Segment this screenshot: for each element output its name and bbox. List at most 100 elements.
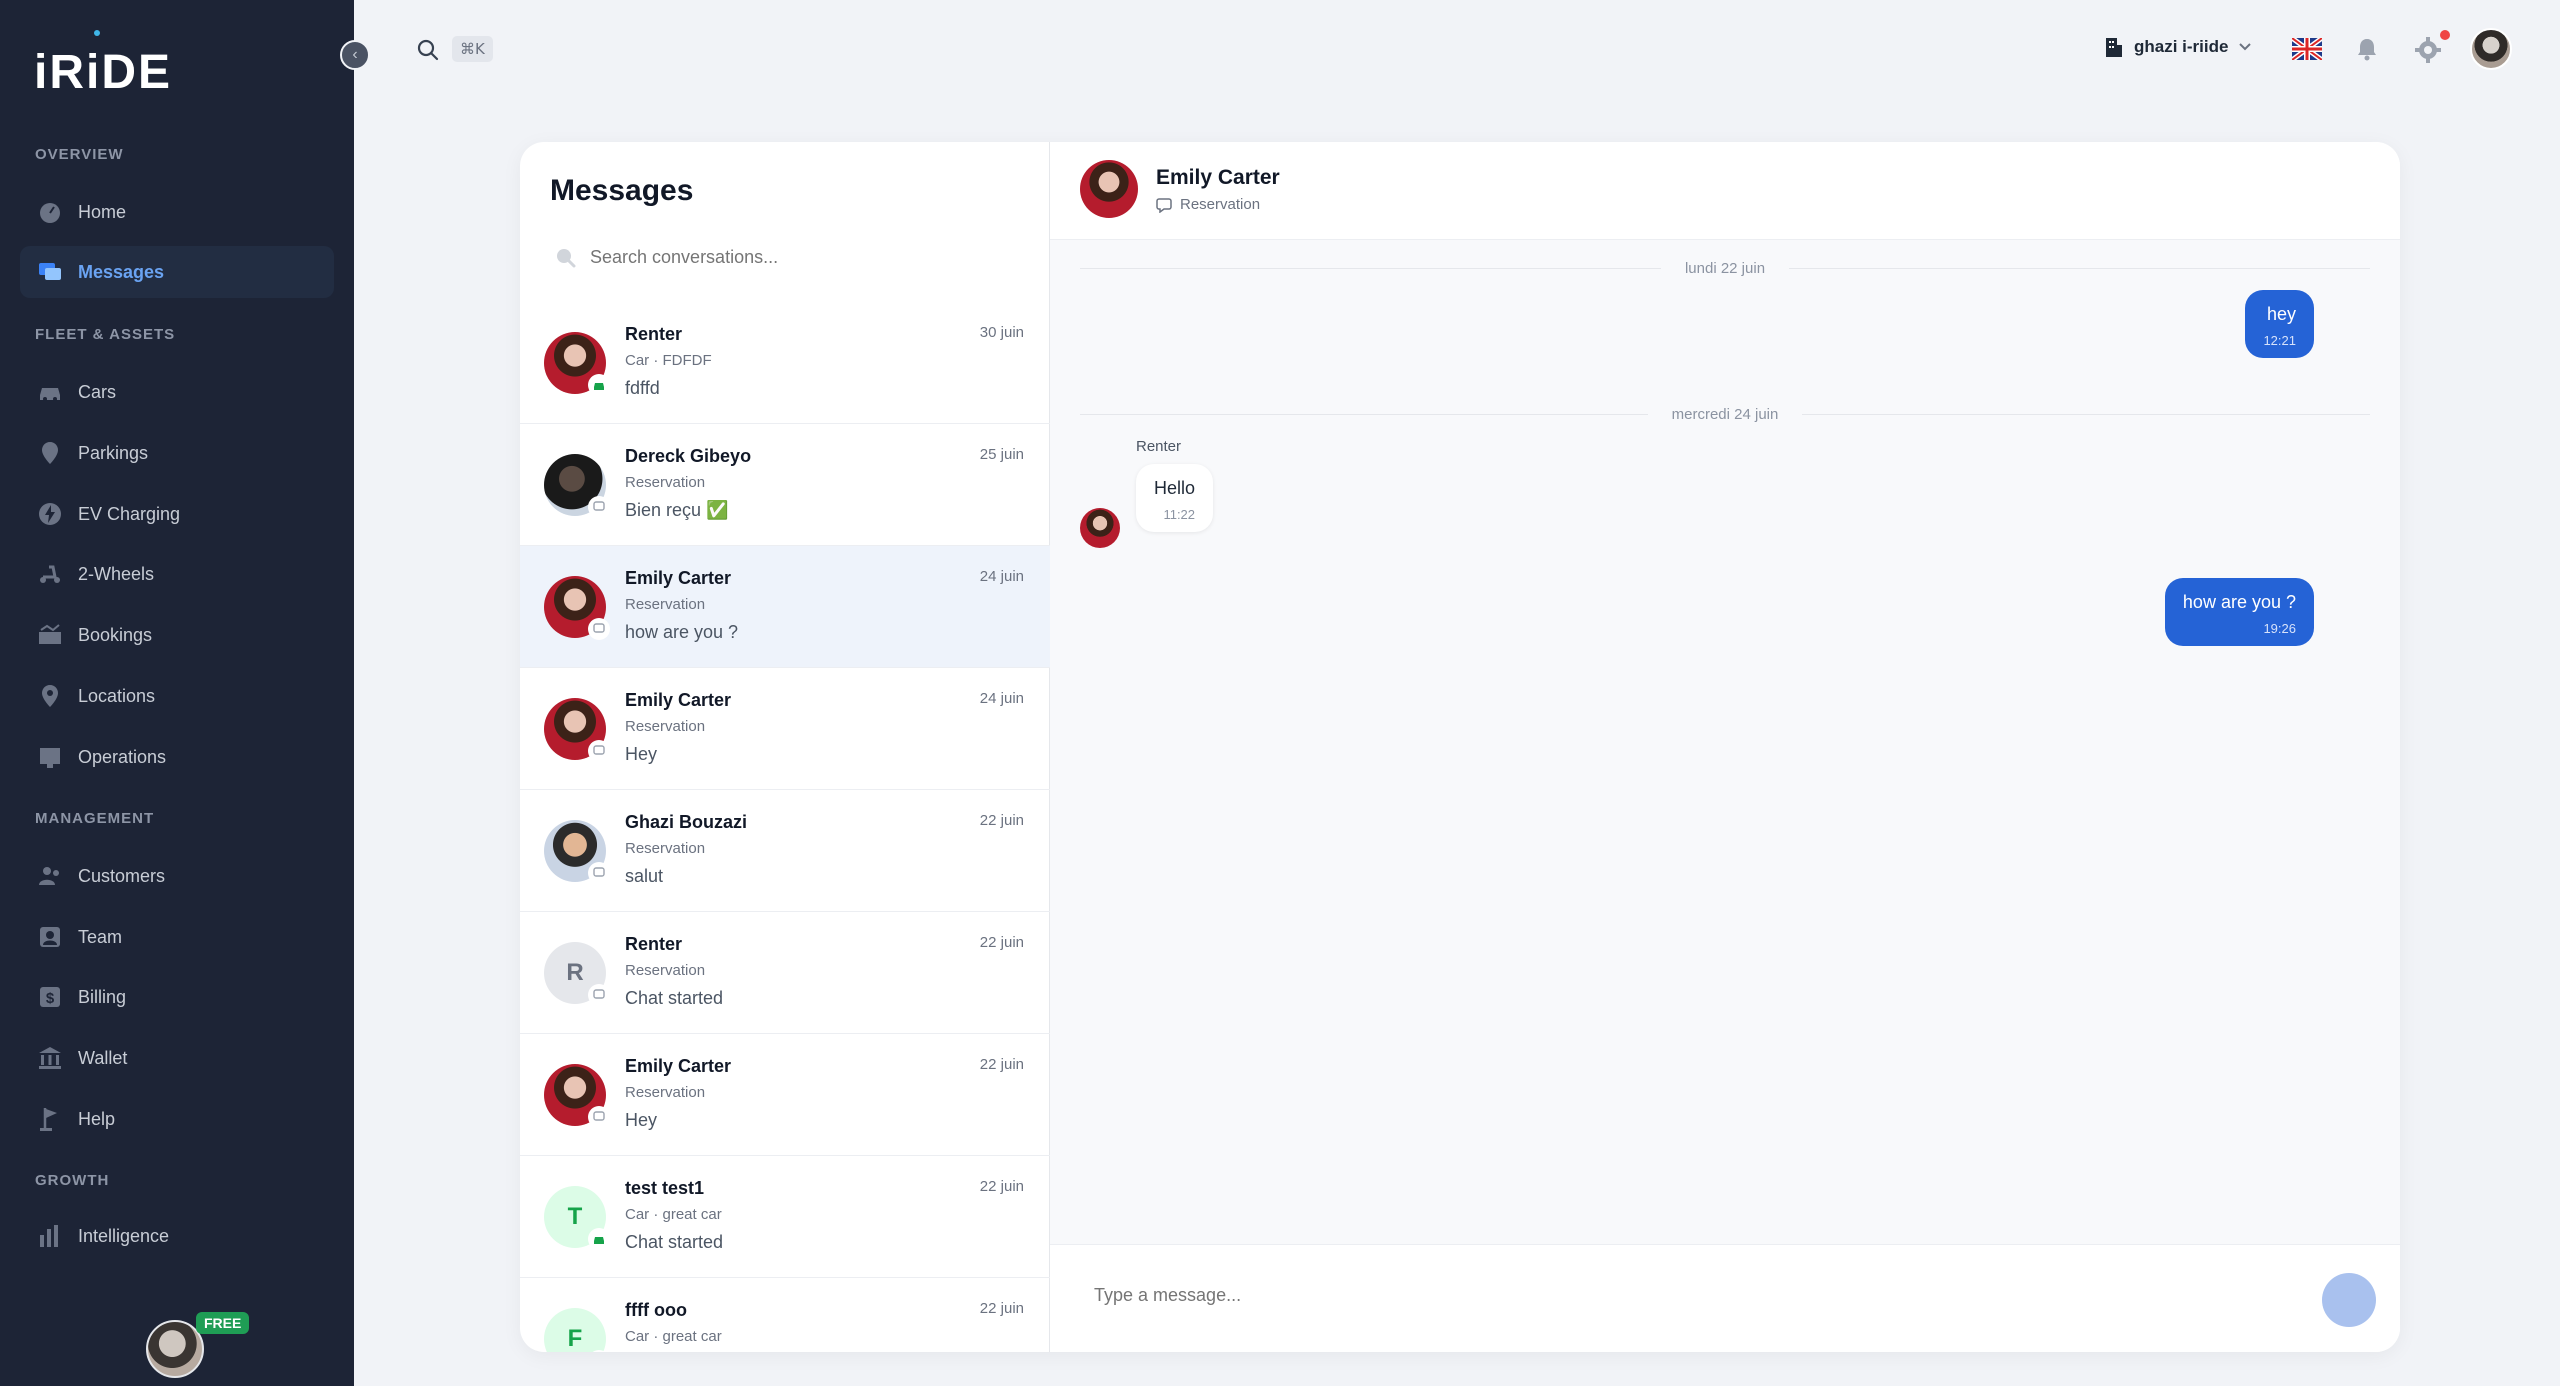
search-icon	[557, 249, 576, 268]
chat-panel: Emily Carter Reservation lundi 22 juin h…	[1050, 142, 2400, 1352]
sidebar-item-team[interactable]: Team	[20, 911, 334, 963]
location-icon	[36, 682, 64, 710]
sidebar-item-label: Billing	[78, 986, 127, 1007]
sidebar-item-messages[interactable]: Messages	[20, 246, 334, 298]
day-separator: mercredi 24 juin	[1080, 404, 2370, 424]
chat-badge-icon	[588, 618, 610, 640]
send-button[interactable]	[2322, 1273, 2376, 1327]
conversation-date: 24 juin	[979, 690, 1024, 707]
sidebar-item-cars[interactable]: Cars	[20, 366, 334, 418]
sender-label: Renter	[1136, 438, 1182, 455]
sidebar-item-home[interactable]: Home	[20, 186, 334, 238]
brand-logo[interactable]: iRiDE	[34, 30, 174, 100]
message-incoming[interactable]: Hello 11:22	[1136, 464, 1214, 532]
conversation-name: Renter	[625, 324, 683, 344]
conversation-item[interactable]: Ghazi Bouzazi Reservation salut 22 juin	[520, 790, 1050, 912]
nav-section-title: MANAGEMENT	[35, 810, 155, 827]
conversation-date: 22 juin	[979, 1056, 1024, 1073]
bar-chart-icon	[36, 1222, 64, 1250]
bolt-icon	[36, 500, 64, 528]
conversation-item[interactable]: Emily Carter Reservation Hey 24 juin	[520, 668, 1050, 790]
conversation-item[interactable]: Emily Carter Reservation Hey 22 juin	[520, 1034, 1050, 1156]
message-composer	[1050, 1244, 2400, 1352]
sidebar-item-intelligence[interactable]: Intelligence	[20, 1210, 334, 1262]
chat-badge-icon	[588, 862, 610, 884]
message-outgoing[interactable]: how are you ? 19:26	[2164, 578, 2314, 646]
organization-switcher[interactable]: ghazi i-riide	[2104, 36, 2252, 58]
conversation-context: Reservation	[625, 840, 706, 857]
sidebar-item-2-wheels[interactable]: 2-Wheels	[20, 548, 334, 600]
sidebar: iRiDE OVERVIEW Home Messages FLEET & ASSETS…	[0, 0, 354, 1386]
car-icon	[36, 378, 64, 406]
sidebar-item-label: Customers	[78, 865, 166, 886]
sidebar-item-wallet[interactable]: Wallet	[20, 1032, 334, 1084]
sidebar-item-customers[interactable]: Customers	[20, 850, 334, 902]
sidebar-item-billing[interactable]: $ Billing	[20, 971, 334, 1023]
organization-name: ghazi i-riide	[2134, 37, 2229, 56]
clipboard-icon	[36, 743, 64, 771]
chat-badge-icon	[588, 984, 610, 1006]
conversation-search[interactable]	[554, 246, 890, 268]
conversation-context: Reservation	[625, 962, 706, 979]
message-text: how are you ?	[2182, 592, 2296, 612]
sidebar-item-ev-charging[interactable]: EV Charging	[20, 488, 334, 540]
sidebar-item-bookings[interactable]: Bookings	[20, 609, 334, 661]
car-badge-icon	[588, 374, 610, 396]
chat-badge-icon	[588, 740, 610, 762]
conversation-item[interactable]: Fffff ooo Car · great car 22 juin	[520, 1278, 1050, 1352]
conversation-avatar: F	[544, 1308, 606, 1352]
conversation-date: 24 juin	[979, 568, 1024, 585]
sidebar-item-operations[interactable]: Operations	[20, 731, 334, 783]
conversation-context: Car · great car	[625, 1206, 722, 1223]
conversation-date: 25 juin	[979, 446, 1024, 463]
messages-card: Messages Renter Car · FDFDF fdffd 30 juin De…	[520, 142, 2400, 1352]
sidebar-item-help[interactable]: Help	[20, 1093, 334, 1145]
day-separator-label: lundi 22 juin	[1684, 259, 1766, 277]
sidebar-item-label: Home	[78, 201, 127, 222]
conversation-context: Car · great car	[625, 1328, 722, 1345]
nav-section-title: FLEET & ASSETS	[35, 326, 176, 343]
message-text: hey	[2266, 304, 2296, 324]
uk-flag-icon[interactable]	[2292, 38, 2322, 60]
sidebar-item-label: Bookings	[78, 624, 153, 645]
sidebar-collapse-button[interactable]: ‹	[340, 40, 370, 70]
conversation-item[interactable]: Dereck Gibeyo Reservation Bien reçu ✅ 25 ju…	[520, 424, 1050, 546]
car-badge-icon	[588, 1228, 610, 1250]
scooter-icon	[36, 560, 64, 588]
conversation-item[interactable]: Renter Car · FDFDF fdffd 30 juin	[520, 302, 1050, 424]
conversation-preview: Bien reçu ✅	[625, 500, 729, 520]
message-outgoing[interactable]: hey 12:21	[2245, 290, 2314, 358]
conversation-item[interactable]: Emily Carter Reservation how are you ? 24 j…	[520, 546, 1050, 668]
chevron-left-icon: ‹	[352, 46, 358, 63]
sidebar-item-locations[interactable]: Locations	[20, 670, 334, 722]
conversation-date: 22 juin	[979, 1300, 1024, 1317]
conversation-list-panel: Messages Renter Car · FDFDF fdffd 30 juin De…	[520, 142, 1050, 1352]
conversation-date: 30 juin	[979, 324, 1024, 341]
chat-bubble-icon	[1156, 197, 1172, 213]
calendar-icon	[36, 621, 64, 649]
conversation-preview: Hey	[625, 1110, 658, 1130]
contact-avatar[interactable]	[1080, 160, 1138, 218]
conversation-item[interactable]: R Renter Reservation Chat started 22 juin	[520, 912, 1050, 1034]
conversation-date: 22 juin	[979, 812, 1024, 829]
conversation-name: Emily Carter	[625, 690, 732, 710]
sidebar-item-parkings[interactable]: Parkings	[20, 427, 334, 479]
team-icon	[36, 923, 64, 951]
conversation-search-input[interactable]	[590, 246, 890, 268]
sidebar-item-label: Locations	[78, 685, 156, 706]
conversation-context: Reservation	[625, 474, 706, 491]
profile-avatar[interactable]	[2470, 28, 2512, 70]
conversation-item[interactable]: Ttest test1 Car · great car Chat started 22…	[520, 1156, 1050, 1278]
message-input[interactable]	[1094, 1285, 2194, 1306]
conversation-preview: Chat started	[625, 988, 724, 1008]
contact-context: Reservation	[1156, 196, 1260, 213]
page-title: Messages	[550, 174, 694, 207]
search-icon[interactable]	[416, 38, 440, 62]
chat-badge-icon	[588, 496, 610, 518]
bell-icon[interactable]	[2354, 36, 2380, 62]
gear-icon[interactable]	[2414, 36, 2442, 64]
plan-badge: FREE	[196, 1312, 250, 1334]
svg-text:$: $	[46, 990, 55, 1007]
svg-text:iRiDE: iRiDE	[34, 46, 172, 99]
conversation-context: Reservation	[625, 596, 706, 613]
